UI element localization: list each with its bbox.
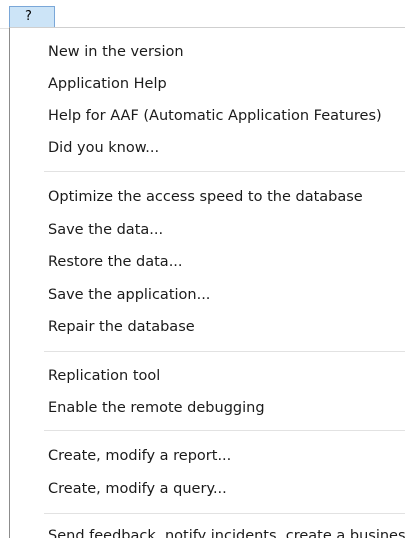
menu-item-did-you-know[interactable]: Did you know... (48, 139, 159, 157)
help-dropdown-menu: New in the version Application Help Help… (9, 27, 405, 538)
menu-item-restore-data[interactable]: Restore the data... (48, 253, 183, 271)
menu-item-new-in-version[interactable]: New in the version (48, 43, 184, 61)
menu-item-send-feedback[interactable]: Send feedback, notify incidents, create … (48, 527, 405, 538)
menu-separator (44, 513, 405, 514)
menu-item-application-help[interactable]: Application Help (48, 75, 167, 93)
menu-item-save-application[interactable]: Save the application... (48, 286, 210, 304)
menu-bar: ? (0, 0, 405, 29)
menu-item-repair-database[interactable]: Repair the database (48, 318, 195, 336)
menu-item-create-modify-query[interactable]: Create, modify a query... (48, 480, 227, 498)
menu-item-replication-tool[interactable]: Replication tool (48, 367, 160, 385)
menu-item-save-data[interactable]: Save the data... (48, 221, 163, 239)
application-window: ? New in the version Application Help He… (0, 0, 405, 538)
help-menu-title[interactable]: ? (9, 6, 55, 28)
menu-separator (44, 351, 405, 352)
menu-item-optimize-access-speed[interactable]: Optimize the access speed to the databas… (48, 188, 363, 206)
menu-item-create-modify-report[interactable]: Create, modify a report... (48, 447, 231, 465)
menu-separator (44, 430, 405, 431)
menu-item-help-aaf[interactable]: Help for AAF (Automatic Application Feat… (48, 107, 382, 125)
menu-item-enable-remote-debugging[interactable]: Enable the remote debugging (48, 399, 265, 417)
menu-separator (44, 171, 405, 172)
